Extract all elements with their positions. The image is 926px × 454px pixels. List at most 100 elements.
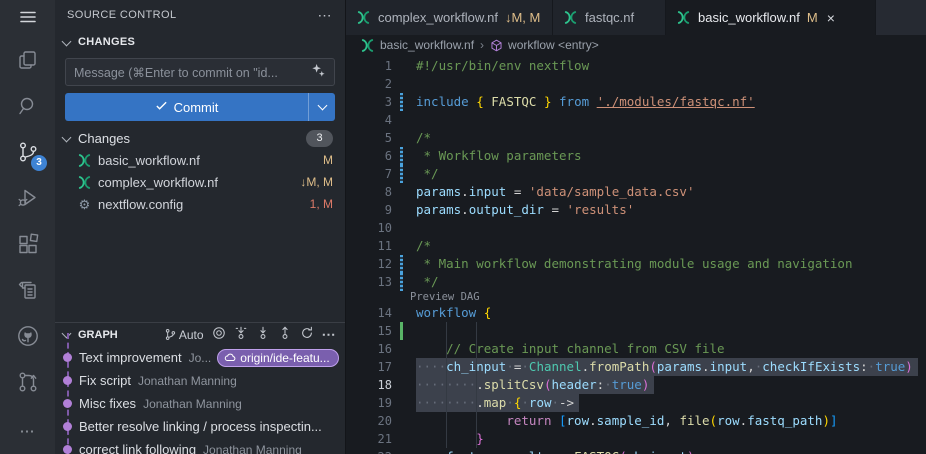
code-line[interactable]: 21 } bbox=[346, 430, 926, 448]
branch-badge[interactable]: origin/ide-featu... bbox=[217, 349, 338, 367]
code-line[interactable]: 13 */ bbox=[346, 273, 926, 291]
code-line[interactable]: 9params.output_dir = 'results' bbox=[346, 201, 926, 219]
changed-file-basic-workflow[interactable]: basic_workflow.nf M bbox=[55, 149, 345, 171]
line-number[interactable]: 8 bbox=[346, 183, 400, 201]
line-number[interactable]: 15 bbox=[346, 322, 400, 340]
code-line[interactable]: 17····ch_input·=·Channel.fromPath(params… bbox=[346, 358, 926, 376]
code-text: /* bbox=[416, 237, 431, 255]
line-number[interactable]: 5 bbox=[346, 129, 400, 147]
line-number[interactable]: 9 bbox=[346, 201, 400, 219]
commit-dot bbox=[63, 376, 72, 385]
code-line[interactable]: 4 bbox=[346, 111, 926, 129]
graph-header[interactable]: GRAPH Auto ⋯ bbox=[55, 323, 345, 346]
code-line[interactable]: 3include { FASTQC } from './modules/fast… bbox=[346, 93, 926, 111]
commit-row[interactable]: Better resolve linking / process inspect… bbox=[55, 415, 345, 438]
breadcrumb-file[interactable]: basic_workflow.nf bbox=[360, 38, 474, 53]
code-line[interactable]: 15 bbox=[346, 322, 926, 340]
close-icon[interactable]: × bbox=[827, 10, 835, 26]
graph-overflow-button[interactable]: ⋯ bbox=[322, 326, 338, 343]
code-line[interactable]: 1#!/usr/bin/env nextflow bbox=[346, 57, 926, 75]
commit-dropdown-button[interactable] bbox=[308, 93, 335, 121]
code-line[interactable]: 18········.splitCsv(header:·true) bbox=[346, 376, 926, 394]
commit-button-main[interactable]: Commit bbox=[65, 93, 308, 121]
codelens-preview-dag[interactable]: Preview DAG bbox=[410, 291, 926, 304]
pages-arrow-icon bbox=[16, 278, 40, 307]
line-number[interactable]: 20 bbox=[346, 412, 400, 430]
sidebar-item-search[interactable] bbox=[0, 85, 55, 131]
code-line[interactable]: 6 * Workflow parameters bbox=[346, 147, 926, 165]
tab-complex-workflow[interactable]: complex_workflow.nf ↓M, M bbox=[346, 0, 553, 35]
line-number[interactable]: 3 bbox=[346, 93, 400, 111]
graph-repo-picker[interactable]: Auto bbox=[164, 328, 204, 342]
tab-fastqc[interactable]: fastqc.nf bbox=[553, 0, 666, 35]
sidebar-item-run-debug[interactable] bbox=[0, 178, 55, 224]
commit-row[interactable]: Fix script Jonathan Manning bbox=[55, 369, 345, 392]
line-number[interactable]: 7 bbox=[346, 165, 400, 183]
line-number[interactable]: 14 bbox=[346, 304, 400, 322]
sidebar-item-extensions[interactable] bbox=[0, 224, 55, 270]
sidebar-item-source-control[interactable]: 3 bbox=[0, 131, 55, 177]
commit-row[interactable]: Text improvement Jo... origin/ide-featu.… bbox=[55, 346, 345, 369]
code-line[interactable]: 11 /* bbox=[346, 237, 926, 255]
line-number[interactable]: 1 bbox=[346, 57, 400, 75]
line-number[interactable]: 18 bbox=[346, 376, 400, 394]
changed-file-complex-workflow[interactable]: complex_workflow.nf ↓M, M bbox=[55, 171, 345, 193]
code-line[interactable]: 14workflow { bbox=[346, 304, 926, 322]
sidebar-item-explorer[interactable] bbox=[0, 39, 55, 85]
commit-row[interactable]: correct link following Jonathan Manning bbox=[55, 438, 345, 454]
gutter bbox=[400, 201, 406, 219]
sidebar-title-row: SOURCE CONTROL ⋯ bbox=[55, 0, 345, 30]
line-number[interactable]: 16 bbox=[346, 340, 400, 358]
breadcrumb: basic_workflow.nf › workflow <entry> bbox=[346, 35, 926, 55]
code-line[interactable]: 12 * Main workflow demonstrating module … bbox=[346, 255, 926, 273]
line-number[interactable]: 10 bbox=[346, 219, 400, 237]
line-number[interactable]: 6 bbox=[346, 147, 400, 165]
sidebar-item-git-graph[interactable] bbox=[0, 362, 55, 408]
code-line[interactable]: 7 */ bbox=[346, 165, 926, 183]
line-number[interactable]: 17 bbox=[346, 358, 400, 376]
commit-row[interactable]: Misc fixes Jonathan Manning bbox=[55, 392, 345, 415]
gutter bbox=[400, 340, 406, 358]
code-line[interactable]: 2 bbox=[346, 75, 926, 93]
line-number[interactable]: 19 bbox=[346, 394, 400, 412]
tab-basic-workflow[interactable]: basic_workflow.nf M × bbox=[666, 0, 876, 35]
commit-button[interactable]: Commit bbox=[65, 93, 335, 121]
code-line[interactable]: 5/* bbox=[346, 129, 926, 147]
refresh-icon[interactable] bbox=[300, 326, 314, 343]
code-line[interactable]: 20 return [row.sample_id, file(row.fastq… bbox=[346, 412, 926, 430]
line-number[interactable]: 12 bbox=[346, 255, 400, 273]
code-editor[interactable]: 1#!/usr/bin/env nextflow23include { FAST… bbox=[346, 55, 926, 454]
activity-more-button[interactable]: ⋯ bbox=[0, 408, 55, 454]
tab-git-status: ↓M, M bbox=[505, 10, 540, 25]
line-number[interactable]: 11 bbox=[346, 237, 400, 255]
target-icon[interactable] bbox=[212, 326, 226, 343]
gutter bbox=[400, 129, 406, 147]
breadcrumb-symbol[interactable]: workflow <entry> bbox=[490, 38, 599, 52]
fetch-icon[interactable] bbox=[234, 326, 248, 343]
pull-icon[interactable] bbox=[256, 326, 270, 343]
menu-button[interactable] bbox=[0, 0, 55, 39]
line-number[interactable]: 4 bbox=[346, 111, 400, 129]
ellipsis-icon: ⋯ bbox=[20, 422, 36, 440]
sidebar-item-references[interactable] bbox=[0, 270, 55, 316]
chevron-down-icon bbox=[62, 36, 72, 46]
commit-message-input[interactable]: Message (⌘Enter to commit on "id... bbox=[65, 58, 335, 86]
line-number[interactable]: 2 bbox=[346, 75, 400, 93]
changes-tree-header[interactable]: Changes 3 bbox=[55, 127, 345, 149]
code-line[interactable]: 22 fastqc_results = FASTQC(ch_input) bbox=[346, 448, 926, 454]
code-line[interactable]: 19········.map·{·row·-> bbox=[346, 394, 926, 412]
sidebar-overflow-button[interactable]: ⋯ bbox=[318, 7, 334, 24]
code-line[interactable]: 10 bbox=[346, 219, 926, 237]
changes-section-header[interactable]: CHANGES bbox=[55, 30, 345, 54]
changed-file-nextflow-config[interactable]: ⚙ nextflow.config 1, M bbox=[55, 193, 345, 215]
code-line[interactable]: 8params.input = 'data/sample_data.csv' bbox=[346, 183, 926, 201]
push-icon[interactable] bbox=[278, 326, 292, 343]
code-line[interactable]: 16 // Create input channel from CSV file bbox=[346, 340, 926, 358]
sparkle-icon[interactable] bbox=[311, 63, 326, 81]
line-number[interactable]: 21 bbox=[346, 430, 400, 448]
line-number[interactable]: 22 bbox=[346, 448, 400, 454]
git-status: ↓M, M bbox=[300, 175, 333, 189]
gutter-change-indicator bbox=[400, 322, 406, 340]
sidebar-item-github[interactable] bbox=[0, 316, 55, 362]
line-number[interactable]: 13 bbox=[346, 273, 400, 291]
